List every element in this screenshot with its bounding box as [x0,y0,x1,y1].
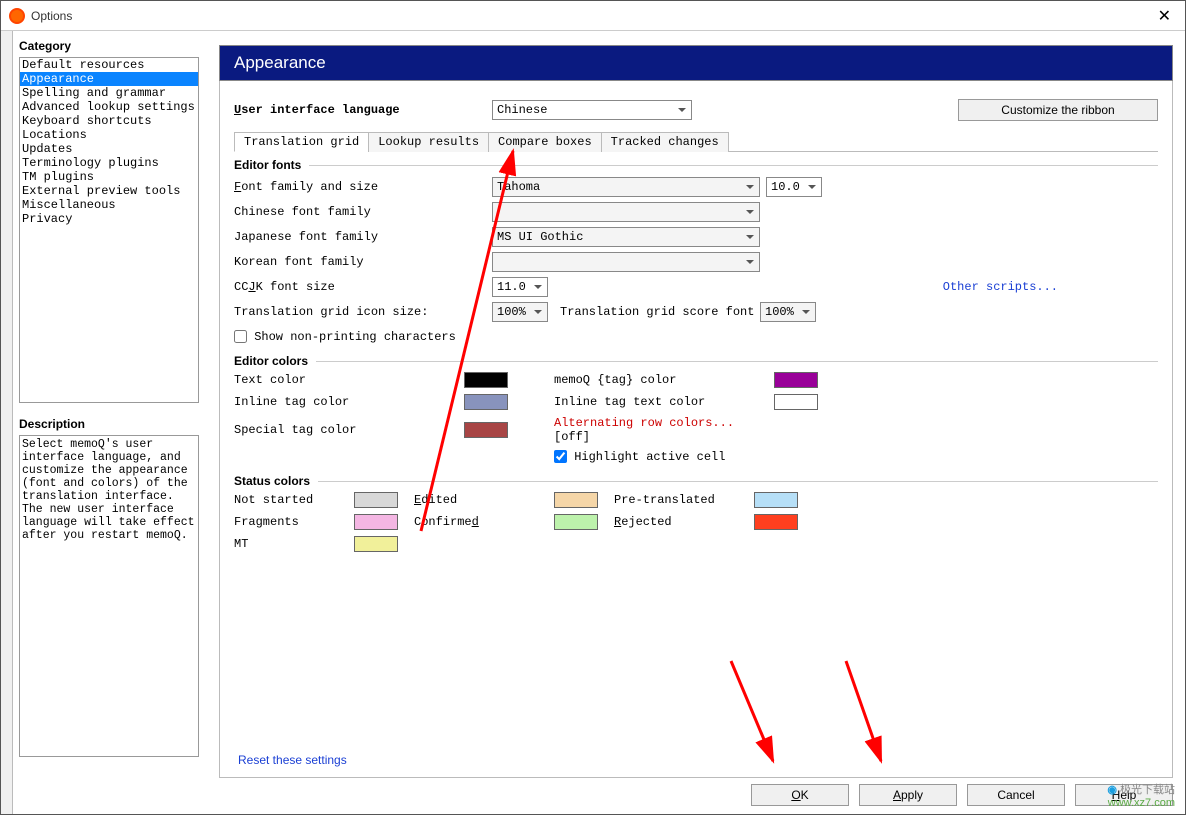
cat-term-plugins[interactable]: Terminology plugins [20,156,198,170]
status-mt-label: MT [234,537,354,551]
status-not-started-swatch[interactable] [354,492,398,508]
category-heading: Category [19,39,199,53]
nonprinting-checkbox-label[interactable]: Show non-printing characters [234,330,456,344]
cat-appearance[interactable]: Appearance [20,72,198,86]
app-icon [9,8,25,24]
alt-row-state: [off] [554,430,590,444]
section-status-colors: Status colors [234,474,1158,488]
highlight-active-checkbox[interactable] [554,450,567,463]
status-pretrans-swatch[interactable] [754,492,798,508]
ui-lang-select[interactable]: Chinese [492,100,692,120]
ccjk-size-select[interactable]: 11.0 [492,277,548,297]
text-color-swatch[interactable] [464,372,508,388]
chinese-font-select[interactable] [492,202,760,222]
cat-tm-plugins[interactable]: TM plugins [20,170,198,184]
status-fragments-swatch[interactable] [354,514,398,530]
section-editor-colors: Editor colors [234,354,1158,368]
special-tag-label: Special tag color [234,423,464,437]
ok-button[interactable]: OK [751,784,849,806]
score-font-select[interactable]: 100% [760,302,816,322]
section-editor-fonts: Editor fonts [234,158,1158,172]
memoq-tag-label: memoQ {tag} color [554,373,774,387]
footer-buttons: OK Apply Cancel Help [219,784,1173,806]
alt-row-link[interactable]: Alternating row colors... [554,416,734,430]
text-color-label: Text color [234,373,464,387]
category-list[interactable]: Default resources Appearance Spelling an… [19,57,199,403]
ui-lang-value: Chinese [497,103,547,117]
apply-button[interactable]: Apply [859,784,957,806]
japanese-font-select[interactable]: MS UI Gothic [492,227,760,247]
status-confirmed-swatch[interactable] [554,514,598,530]
tab-translation-grid[interactable]: Translation grid [234,132,369,152]
status-fragments-label: Fragments [234,515,354,529]
highlight-active-label[interactable]: Highlight active cell [554,450,774,464]
cancel-button[interactable]: Cancel [967,784,1065,806]
close-icon[interactable]: ✕ [1152,6,1177,26]
other-scripts-link[interactable]: Other scripts... [943,280,1058,294]
left-gutter [1,31,13,814]
description-text: Select memoQ's user interface language, … [19,435,199,757]
special-tag-swatch[interactable] [464,422,508,438]
help-button[interactable]: Help [1075,784,1173,806]
icon-size-label: Translation grid icon size: [234,305,492,319]
status-rejected-label: Rejected [614,515,754,529]
ui-lang-label: User interface language [234,103,492,117]
titlebar: Options ✕ [1,1,1185,31]
score-font-label: Translation grid score font [560,305,760,319]
memoq-tag-swatch[interactable] [774,372,818,388]
status-mt-swatch[interactable] [354,536,398,552]
icon-size-select[interactable]: 100% [492,302,548,322]
status-not-started-label: Not started [234,493,354,507]
cat-privacy[interactable]: Privacy [20,212,198,226]
inline-tag-label: Inline tag color [234,395,464,409]
tab-tracked-changes[interactable]: Tracked changes [601,132,729,152]
page-title: Appearance [219,45,1173,81]
font-family-select[interactable]: Tahoma [492,177,760,197]
customize-ribbon-button[interactable]: Customize the ribbon [958,99,1158,121]
korean-font-select[interactable] [492,252,760,272]
status-confirmed-label: Confirmed [414,515,554,529]
cat-keyboard[interactable]: Keyboard shortcuts [20,114,198,128]
description-heading: Description [19,417,199,431]
cat-advanced-lookup[interactable]: Advanced lookup settings [20,100,198,114]
cat-locations[interactable]: Locations [20,128,198,142]
status-edited-swatch[interactable] [554,492,598,508]
ccjk-label: CCJK font size [234,280,492,294]
font-family-label: Font family and size [234,180,492,194]
status-rejected-swatch[interactable] [754,514,798,530]
status-pretrans-label: Pre-translated [614,493,754,507]
inline-text-label: Inline tag text color [554,395,774,409]
reset-settings-link[interactable]: Reset these settings [238,753,347,767]
cat-external-preview[interactable]: External preview tools [20,184,198,198]
cat-misc[interactable]: Miscellaneous [20,198,198,212]
nonprinting-checkbox[interactable] [234,330,247,343]
japanese-font-label: Japanese font family [234,230,492,244]
tab-lookup-results[interactable]: Lookup results [368,132,489,152]
inline-tag-swatch[interactable] [464,394,508,410]
tabs: Translation grid Lookup results Compare … [234,131,1158,152]
chinese-font-label: Chinese font family [234,205,492,219]
status-edited-label: Edited [414,493,554,507]
cat-updates[interactable]: Updates [20,142,198,156]
cat-default-resources[interactable]: Default resources [20,58,198,72]
window-title: Options [31,9,72,23]
korean-font-label: Korean font family [234,255,492,269]
cat-spelling[interactable]: Spelling and grammar [20,86,198,100]
tab-compare-boxes[interactable]: Compare boxes [488,132,602,152]
font-size-select[interactable]: 10.0 [766,177,822,197]
inline-text-swatch[interactable] [774,394,818,410]
